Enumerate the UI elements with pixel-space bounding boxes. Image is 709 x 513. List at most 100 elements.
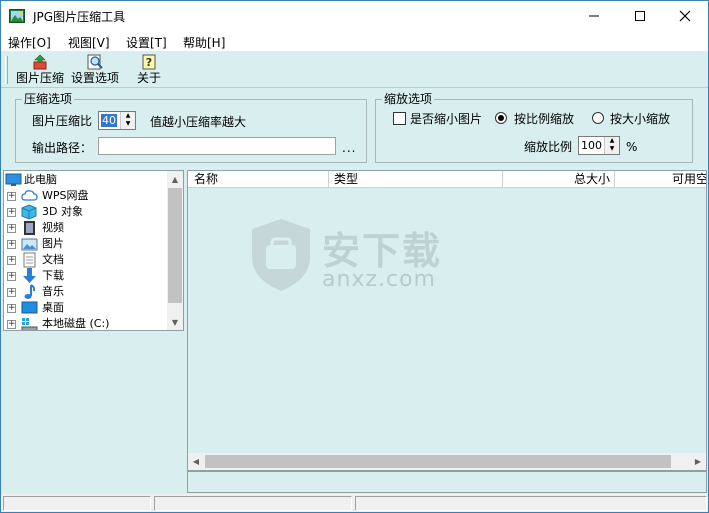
compress-options-group: 压缩选项 图片压缩比 40 ▲ ▼ 值越小压缩率越大 输出路径： ... bbox=[15, 92, 367, 163]
minimize-button[interactable] bbox=[571, 1, 617, 31]
scale-by-ratio-radio[interactable] bbox=[495, 112, 507, 124]
tree-item[interactable]: + 本地磁盘 (C:) bbox=[4, 316, 168, 330]
menu-help[interactable]: 帮助[H] bbox=[183, 34, 225, 51]
watermark-en: anxz.com bbox=[322, 267, 436, 292]
compress-label: 图片压缩 bbox=[15, 71, 64, 85]
settings-label: 设置选项 bbox=[70, 71, 119, 85]
list-header: 名称 类型 总大小 可用空 bbox=[188, 171, 706, 188]
scale-options-group: 缩放选项 是否缩小图片 按比例缩放 按大小缩放 缩放比例 100 ▲ ▼ % bbox=[375, 92, 693, 163]
output-path-input[interactable] bbox=[98, 137, 336, 155]
expand-icon[interactable]: + bbox=[7, 320, 16, 329]
svg-text:?: ? bbox=[146, 56, 152, 69]
tree-item[interactable]: + WPS网盘 bbox=[4, 188, 168, 204]
spin-down-icon[interactable]: ▼ bbox=[605, 145, 619, 153]
close-icon bbox=[679, 10, 691, 22]
scroll-right-icon[interactable]: ▶ bbox=[690, 453, 706, 470]
shrink-checkbox[interactable] bbox=[393, 112, 406, 125]
scale-by-size-radio[interactable] bbox=[592, 112, 604, 124]
desktop-icon bbox=[21, 301, 38, 314]
tree-item[interactable]: + 下载 bbox=[4, 268, 168, 284]
expand-icon[interactable]: + bbox=[7, 304, 16, 313]
tree-item[interactable]: + 视频 bbox=[4, 220, 168, 236]
scroll-left-icon[interactable]: ◀ bbox=[188, 453, 204, 470]
expand-icon[interactable]: + bbox=[7, 208, 16, 217]
scale-ratio-value[interactable]: 100 bbox=[581, 139, 602, 152]
menu-operate[interactable]: 操作[O] bbox=[8, 34, 51, 51]
magnifier-settings-icon bbox=[87, 54, 103, 70]
scroll-up-icon[interactable]: ▲ bbox=[167, 171, 183, 187]
close-button[interactable] bbox=[662, 1, 708, 31]
menu-settings[interactable]: 设置[T] bbox=[126, 34, 167, 51]
settings-button[interactable]: 设置选项 bbox=[69, 54, 121, 88]
scroll-down-icon[interactable]: ▼ bbox=[167, 314, 183, 330]
tree-item-label: 3D 对象 bbox=[42, 205, 83, 218]
menu-view[interactable]: 视图[V] bbox=[68, 34, 110, 51]
tree-item-label: 图片 bbox=[42, 237, 64, 250]
tree-vertical-scrollbar[interactable]: ▲ ▼ bbox=[167, 171, 183, 330]
help-question-icon: ? bbox=[142, 54, 156, 70]
spin-down-icon[interactable]: ▼ bbox=[121, 120, 135, 128]
computer-icon bbox=[5, 173, 22, 186]
download-arrow-icon bbox=[23, 268, 36, 283]
spin-up-icon[interactable]: ▲ bbox=[121, 112, 135, 120]
about-button[interactable]: ? 关于 bbox=[133, 54, 165, 88]
compress-ratio-spinner[interactable]: 40 ▲ ▼ bbox=[98, 111, 136, 130]
scroll-thumb[interactable] bbox=[168, 188, 182, 303]
window-title: JPG图片压缩工具 bbox=[33, 10, 126, 24]
picture-icon bbox=[21, 238, 38, 251]
spinner-arrows[interactable]: ▲ ▼ bbox=[604, 137, 619, 154]
expand-icon[interactable]: + bbox=[7, 192, 16, 201]
expand-icon[interactable]: + bbox=[7, 224, 16, 233]
expand-icon[interactable]: + bbox=[7, 272, 16, 281]
list-horizontal-scrollbar[interactable]: ◀ ▶ bbox=[188, 453, 706, 470]
title-bar: JPG图片压缩工具 bbox=[1, 1, 708, 31]
tree-item-label: 视频 bbox=[42, 221, 64, 234]
music-note-icon bbox=[24, 284, 36, 299]
column-free-space[interactable]: 可用空 bbox=[615, 171, 706, 188]
tree-root-label: 此电脑 bbox=[24, 173, 57, 186]
column-total-size[interactable]: 总大小 bbox=[503, 171, 615, 188]
scale-by-size-label: 按大小缩放 bbox=[610, 112, 671, 126]
tree-item-label: 本地磁盘 (C:) bbox=[42, 317, 110, 330]
compress-ratio-hint: 值越小压缩率越大 bbox=[150, 115, 247, 129]
column-name[interactable]: 名称 bbox=[188, 171, 329, 188]
folder-tree[interactable]: 此电脑 + WPS网盘 + 3D 对象 + 视频 + 图片 + 文档 + 下载 … bbox=[3, 170, 184, 331]
browse-button[interactable]: ... bbox=[342, 141, 356, 155]
column-type[interactable]: 类型 bbox=[329, 171, 503, 188]
tree-item-label: 下载 bbox=[42, 269, 64, 282]
status-cell-3 bbox=[355, 496, 707, 511]
expand-icon[interactable]: + bbox=[7, 288, 16, 297]
expand-icon[interactable]: + bbox=[7, 256, 16, 265]
tree-item[interactable]: + 3D 对象 bbox=[4, 204, 168, 220]
tree-item[interactable]: + 文档 bbox=[4, 252, 168, 268]
tree-item[interactable]: + 图片 bbox=[4, 236, 168, 252]
list-footer-bar bbox=[187, 471, 707, 493]
expand-icon[interactable]: + bbox=[7, 240, 16, 249]
compress-icon bbox=[33, 54, 47, 70]
shrink-label: 是否缩小图片 bbox=[410, 112, 483, 126]
document-icon bbox=[23, 252, 36, 268]
tree-item[interactable]: + 桌面 bbox=[4, 300, 168, 316]
tree-item-label: WPS网盘 bbox=[42, 189, 89, 202]
scale-ratio-label: 缩放比例 bbox=[524, 140, 573, 154]
app-logo-icon bbox=[9, 8, 25, 24]
maximize-icon bbox=[635, 11, 645, 21]
status-cell-2 bbox=[154, 496, 352, 511]
scale-ratio-spinner[interactable]: 100 ▲ ▼ bbox=[578, 136, 620, 155]
scale-options-title: 缩放选项 bbox=[382, 92, 435, 106]
film-icon bbox=[24, 221, 35, 235]
shield-icon bbox=[252, 219, 310, 291]
tree-item-label: 桌面 bbox=[42, 301, 64, 314]
status-bar bbox=[1, 494, 708, 512]
compress-button[interactable]: 图片压缩 bbox=[14, 54, 66, 88]
file-list[interactable]: 名称 类型 总大小 可用空 安下载 anxz.com ◀ ▶ bbox=[187, 170, 707, 471]
tree-root[interactable]: 此电脑 bbox=[4, 172, 168, 188]
spin-up-icon[interactable]: ▲ bbox=[605, 137, 619, 145]
spinner-arrows[interactable]: ▲ ▼ bbox=[120, 112, 135, 129]
scroll-thumb[interactable] bbox=[205, 455, 671, 468]
scale-unit: % bbox=[626, 140, 638, 154]
compress-ratio-value[interactable]: 40 bbox=[101, 114, 117, 127]
maximize-button[interactable] bbox=[617, 1, 663, 31]
compress-ratio-label: 图片压缩比 bbox=[32, 114, 93, 128]
tree-item[interactable]: + 音乐 bbox=[4, 284, 168, 300]
